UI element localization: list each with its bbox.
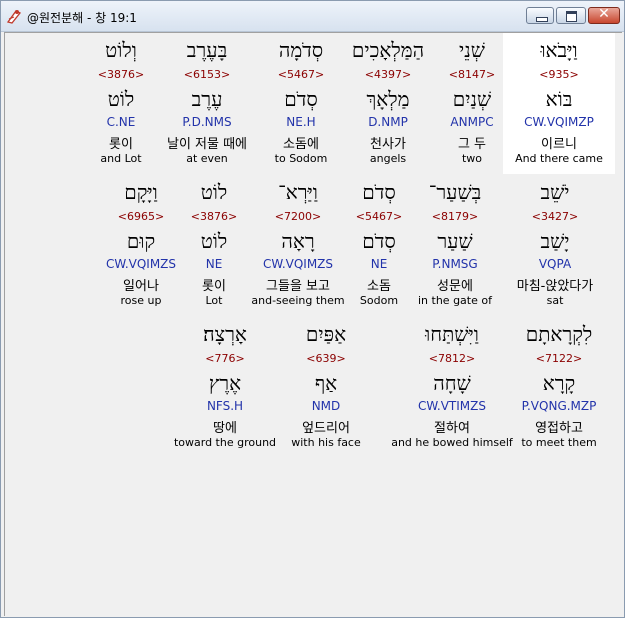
korean-gloss: 절하여: [434, 421, 470, 436]
morphology: NFS.H: [206, 399, 244, 413]
lemma: אַף: [314, 371, 338, 395]
hebrew-word: וַיָּקָם: [124, 180, 158, 204]
korean-gloss: 엎드리어: [302, 421, 350, 436]
strong-number: <6965>: [117, 210, 165, 223]
hebrew-word: אָרְצָה׃: [203, 322, 247, 346]
strong-number: <3427>: [531, 210, 579, 223]
close-icon: ✕: [598, 6, 610, 22]
maximize-icon: [566, 11, 577, 22]
lemma: קוּם: [126, 229, 156, 253]
close-button[interactable]: ✕: [588, 6, 620, 24]
word-cell[interactable]: אַפַּיִם <639> אַף NMD 엎드리어 with his fac…: [270, 317, 382, 458]
word-cell[interactable]: וְלוֹט <3876> לוֹט C.NE 롯이 and Lot: [65, 33, 177, 174]
lemma: שָׁחָה: [433, 371, 471, 395]
strong-number: <7812>: [428, 352, 476, 365]
word-cell[interactable]: וַיָּקָם <6965> קוּם CW.VQIMZS 일어나 rose …: [85, 175, 197, 316]
strong-number: <639>: [306, 352, 346, 365]
lemma: לוֹט: [107, 87, 135, 111]
hebrew-word: אַפַּיִם: [305, 322, 347, 346]
strong-number: <776>: [205, 352, 245, 365]
morphology: CW.VQIMZS: [105, 257, 177, 271]
hebrew-word: וְלוֹט: [105, 38, 137, 62]
word-cell[interactable]: וַיִּשְׁתַּחוּ <7812> שָׁחָה CW.VTIMZS 절…: [382, 317, 522, 458]
strong-number: <3876>: [97, 68, 145, 81]
korean-gloss: 롯이: [109, 137, 133, 152]
korean-gloss: 땅에: [213, 421, 237, 436]
hebrew-word: וַיִּשְׁתַּחוּ: [425, 322, 479, 346]
english-gloss: rose up: [120, 294, 162, 307]
interlinear-view: וַיָּבֹאוּ <935> בּוֹא CW.VQIMZP 이르니 And…: [4, 32, 622, 616]
lemma: אֶרֶץ: [208, 371, 242, 395]
morphology: CW.VTIMZS: [418, 399, 486, 413]
morphology: C.NE: [106, 115, 136, 129]
minimize-icon: [536, 17, 548, 22]
hebrew-word: יֹשֵׁב: [540, 180, 570, 204]
morphology: NMD: [311, 399, 341, 413]
english-gloss: sat: [546, 294, 564, 307]
lemma: יָשַׁב: [540, 229, 570, 253]
korean-gloss: 마침-앉았다가: [516, 279, 594, 294]
morphology: VQPA: [538, 257, 572, 271]
english-gloss: and he bowed himself: [391, 436, 513, 449]
english-gloss: toward the ground: [173, 436, 277, 449]
maximize-button[interactable]: [556, 7, 586, 24]
word-cell[interactable]: יֹשֵׁב <3427> יָשַׁב VQPA 마침-앉았다가 sat: [499, 175, 611, 316]
window-title: @원전분해 - 창 19:1: [27, 11, 137, 25]
english-gloss: and Lot: [100, 152, 142, 165]
app-logo-icon: [6, 10, 22, 24]
word-cell[interactable]: אָרְצָה׃ <776> אֶרֶץ NFS.H 땅에 toward the…: [165, 317, 285, 458]
app-window: @원전분해 - 창 19:1 ✕ וַיָּבֹאוּ <935> בּוֹא …: [0, 0, 625, 618]
minimize-button[interactable]: [526, 7, 554, 24]
title-bar[interactable]: @원전분해 - 창 19:1 ✕: [1, 1, 624, 32]
english-gloss: with his face: [291, 436, 361, 449]
korean-gloss: 일어나: [123, 279, 159, 294]
